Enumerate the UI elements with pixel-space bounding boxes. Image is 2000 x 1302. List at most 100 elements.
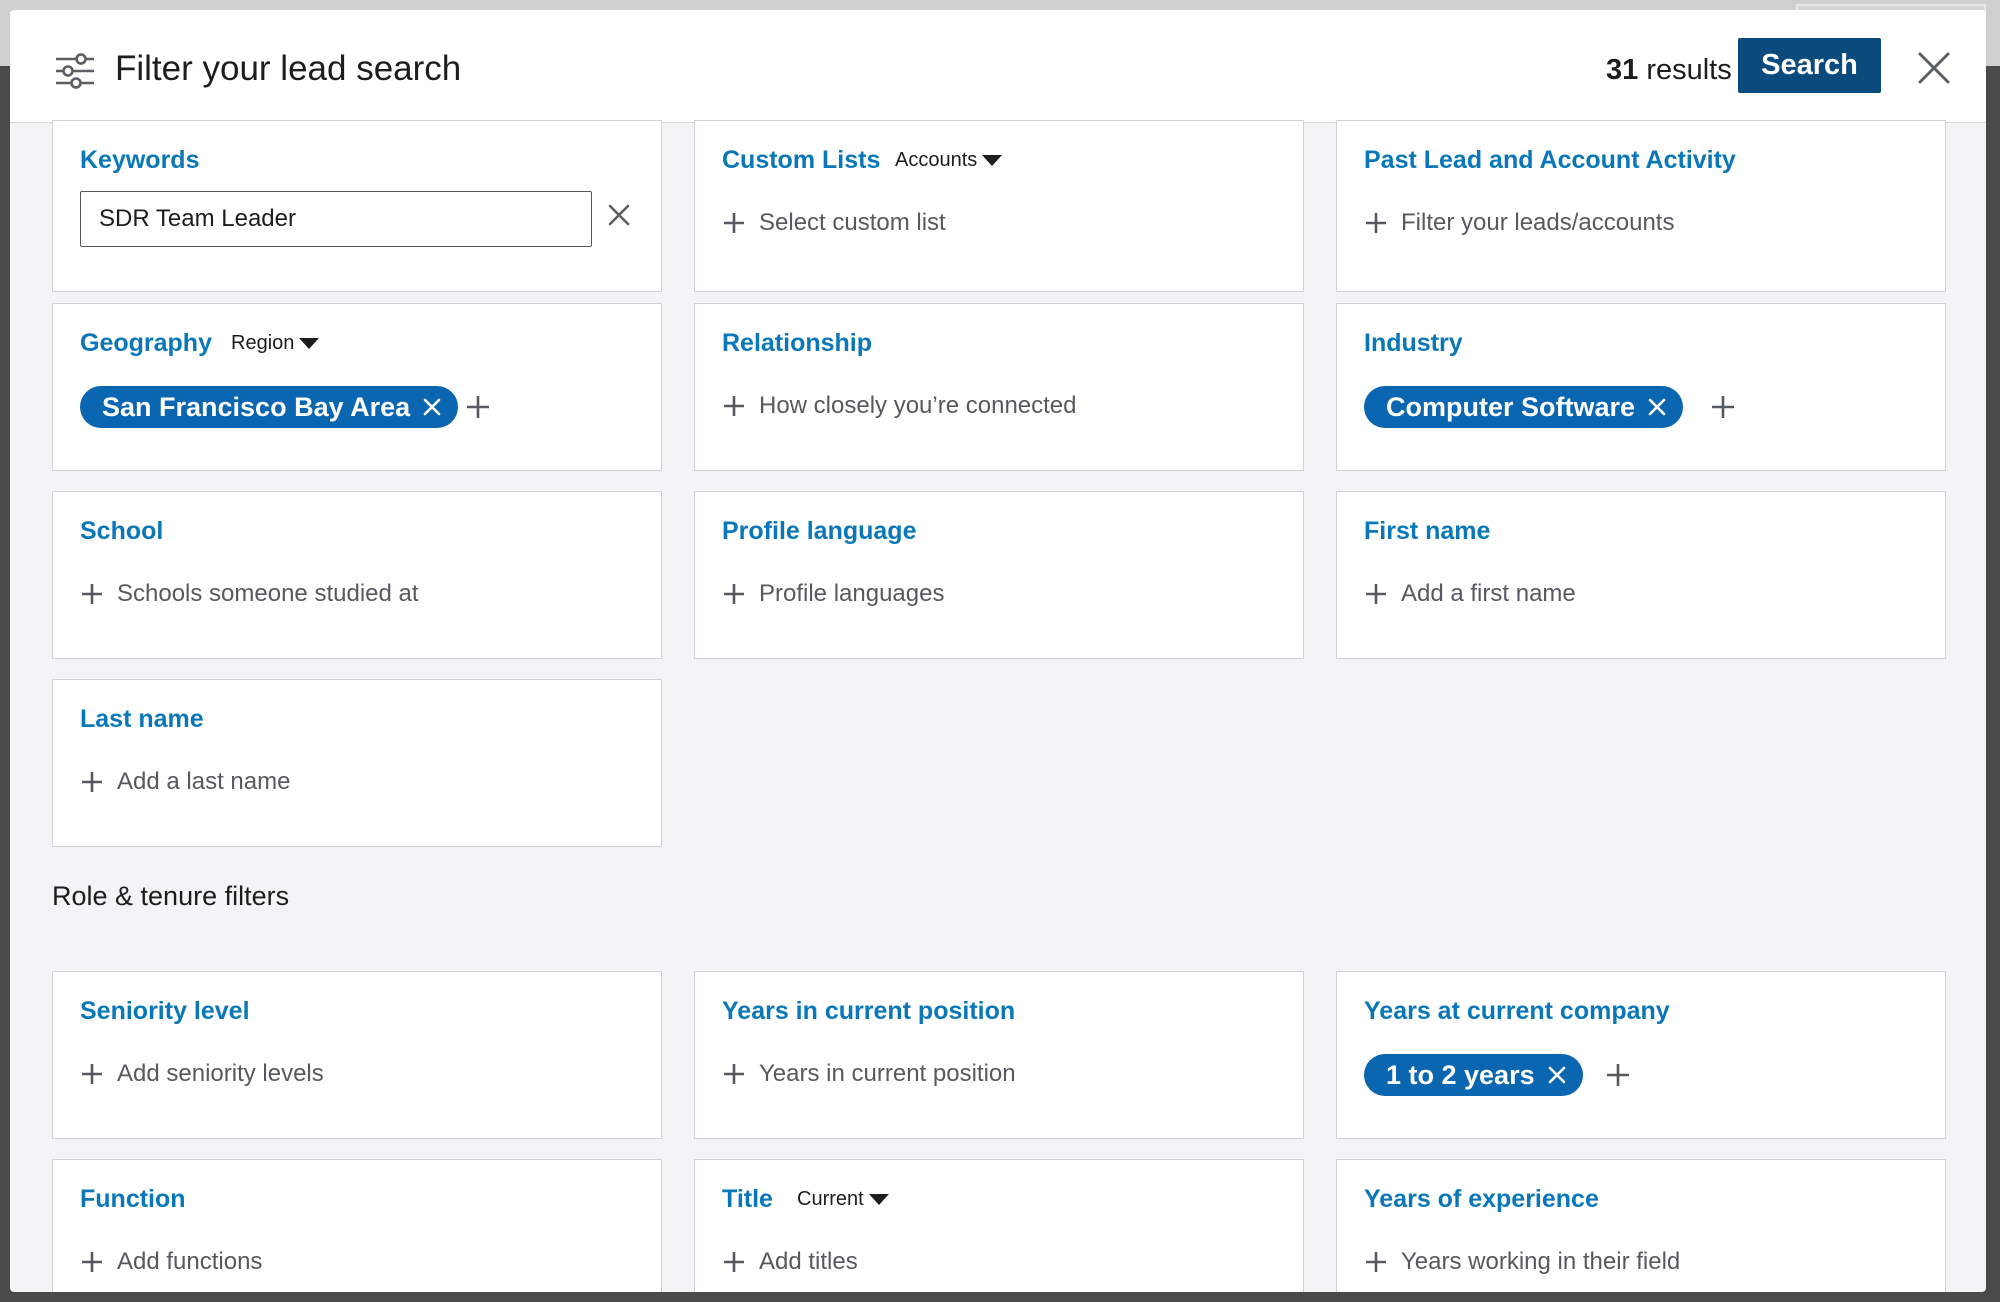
industry-add-plus-icon[interactable]	[1710, 394, 1736, 420]
years-experience-add[interactable]: Years working in their field	[1365, 1245, 1680, 1279]
caret-down-icon	[868, 1193, 889, 1205]
seniority-add[interactable]: Add seniority levels	[81, 1057, 324, 1091]
plus-icon	[724, 1064, 744, 1084]
title-title: Title	[722, 1185, 773, 1213]
search-button[interactable]: Search	[1738, 38, 1881, 93]
school-add[interactable]: Schools someone studied at	[81, 577, 419, 611]
past-activity-card: Past Lead and Account Activity Filter yo…	[1336, 120, 1946, 292]
relationship-placeholder: How closely you’re connected	[759, 392, 1077, 419]
geography-title: Geography	[80, 329, 212, 357]
modal-header: Filter your lead search 31 results Searc…	[10, 10, 1986, 123]
title-card: Title Current Add titles	[694, 1159, 1304, 1292]
custom-lists-placeholder: Select custom list	[759, 209, 946, 236]
results-count: 31 results	[1606, 50, 1732, 90]
first-name-title: First name	[1364, 517, 1491, 545]
years-experience-placeholder: Years working in their field	[1401, 1248, 1681, 1275]
years-experience-title: Years of experience	[1364, 1185, 1599, 1213]
profile-language-add[interactable]: Profile languages	[723, 577, 944, 611]
results-label: results	[1646, 54, 1732, 86]
school-card: School Schools someone studied at	[52, 491, 662, 659]
geography-add-plus-icon[interactable]	[465, 394, 491, 420]
modal-title: Filter your lead search	[115, 49, 462, 88]
industry-selected-label: Computer Software	[1386, 391, 1636, 422]
custom-lists-add[interactable]: Select custom list	[723, 206, 946, 240]
school-title: School	[80, 517, 164, 545]
industry-title: Industry	[1364, 329, 1463, 357]
custom-lists-title: Custom Lists	[722, 146, 881, 174]
close-icon[interactable]	[1916, 50, 1952, 86]
plus-icon	[82, 772, 102, 792]
years-company-selected-pill: 1 to 2 years	[1364, 1054, 1583, 1096]
caret-down-icon	[299, 337, 320, 349]
years-position-add[interactable]: Years in current position	[723, 1057, 1016, 1091]
plus-icon	[724, 396, 744, 416]
role-tenure-section-label: Role & tenure filters	[52, 881, 290, 911]
keywords-card: Keywords	[52, 120, 662, 292]
profile-language-placeholder: Profile languages	[759, 580, 945, 607]
past-activity-placeholder: Filter your leads/accounts	[1401, 209, 1675, 236]
sliders-icon	[56, 53, 94, 89]
plus-icon	[724, 1252, 744, 1272]
remove-x-icon[interactable]	[422, 397, 442, 417]
years-position-card: Years in current position Years in curre…	[694, 971, 1304, 1139]
last-name-placeholder: Add a last name	[117, 768, 291, 795]
plus-icon	[724, 584, 744, 604]
profile-language-card: Profile language Profile languages	[694, 491, 1304, 659]
title-dropdown[interactable]: Current	[797, 1184, 889, 1214]
geography-selected-label: San Francisco Bay Area	[102, 391, 411, 422]
title-add[interactable]: Add titles	[723, 1245, 858, 1279]
first-name-add[interactable]: Add a first name	[1365, 577, 1576, 611]
relationship-title: Relationship	[722, 329, 873, 357]
geography-dropdown[interactable]: Region	[231, 328, 320, 358]
past-activity-title: Past Lead and Account Activity	[1364, 146, 1736, 174]
seniority-title: Seniority level	[80, 997, 250, 1025]
plus-icon	[1366, 584, 1386, 604]
years-company-card: Years at current company 1 to 2 years	[1336, 971, 1946, 1139]
results-number: 31	[1606, 54, 1639, 86]
years-position-title: Years in current position	[722, 997, 1016, 1025]
years-company-title: Years at current company	[1364, 997, 1670, 1025]
keywords-input[interactable]	[80, 191, 592, 247]
title-dropdown-label: Current	[797, 1188, 864, 1210]
seniority-card: Seniority level Add seniority levels	[52, 971, 662, 1139]
relationship-add[interactable]: How closely you’re connected	[723, 389, 1077, 423]
geography-dropdown-label: Region	[231, 332, 295, 354]
industry-card: Industry Computer Software	[1336, 303, 1946, 471]
school-placeholder: Schools someone studied at	[117, 580, 419, 607]
last-name-add[interactable]: Add a last name	[81, 765, 290, 799]
custom-lists-card: Custom Lists Accounts Select custom list	[694, 120, 1304, 292]
first-name-placeholder: Add a first name	[1401, 580, 1576, 607]
remove-x-icon[interactable]	[1647, 397, 1667, 417]
title-placeholder: Add titles	[759, 1248, 858, 1275]
caret-down-icon	[982, 154, 1003, 166]
function-card: Function Add functions	[52, 1159, 662, 1292]
keywords-title: Keywords	[80, 146, 200, 174]
relationship-card: Relationship How closely you’re connecte…	[694, 303, 1304, 471]
filter-modal: Filter your lead search 31 results Searc…	[10, 10, 1986, 1292]
profile-language-title: Profile language	[722, 517, 917, 545]
first-name-card: First name Add a first name	[1336, 491, 1946, 659]
industry-selected-pill: Computer Software	[1364, 386, 1684, 428]
seniority-placeholder: Add seniority levels	[117, 1060, 324, 1087]
geography-card: Geography Region San Francisco Bay Area	[52, 303, 662, 471]
plus-icon	[82, 1064, 102, 1084]
years-company-add-plus-icon[interactable]	[1605, 1062, 1631, 1088]
custom-lists-dropdown-label: Accounts	[895, 149, 978, 171]
years-position-placeholder: Years in current position	[759, 1060, 1016, 1087]
years-experience-card: Years of experience Years working in the…	[1336, 1159, 1946, 1292]
plus-icon	[82, 584, 102, 604]
plus-icon	[82, 1252, 102, 1272]
function-add[interactable]: Add functions	[81, 1245, 262, 1279]
last-name-title: Last name	[80, 705, 204, 733]
years-company-selected-label: 1 to 2 years	[1386, 1059, 1535, 1090]
function-placeholder: Add functions	[117, 1248, 263, 1275]
remove-x-icon[interactable]	[1547, 1065, 1567, 1085]
last-name-card: Last name Add a last name	[52, 679, 662, 847]
past-activity-add[interactable]: Filter your leads/accounts	[1365, 206, 1674, 240]
custom-lists-dropdown[interactable]: Accounts	[895, 145, 1003, 175]
clear-input-icon[interactable]	[606, 202, 632, 228]
plus-icon	[1366, 1252, 1386, 1272]
geography-selected-pill: San Francisco Bay Area	[80, 386, 459, 428]
function-title: Function	[80, 1185, 186, 1213]
plus-icon	[1366, 213, 1386, 233]
